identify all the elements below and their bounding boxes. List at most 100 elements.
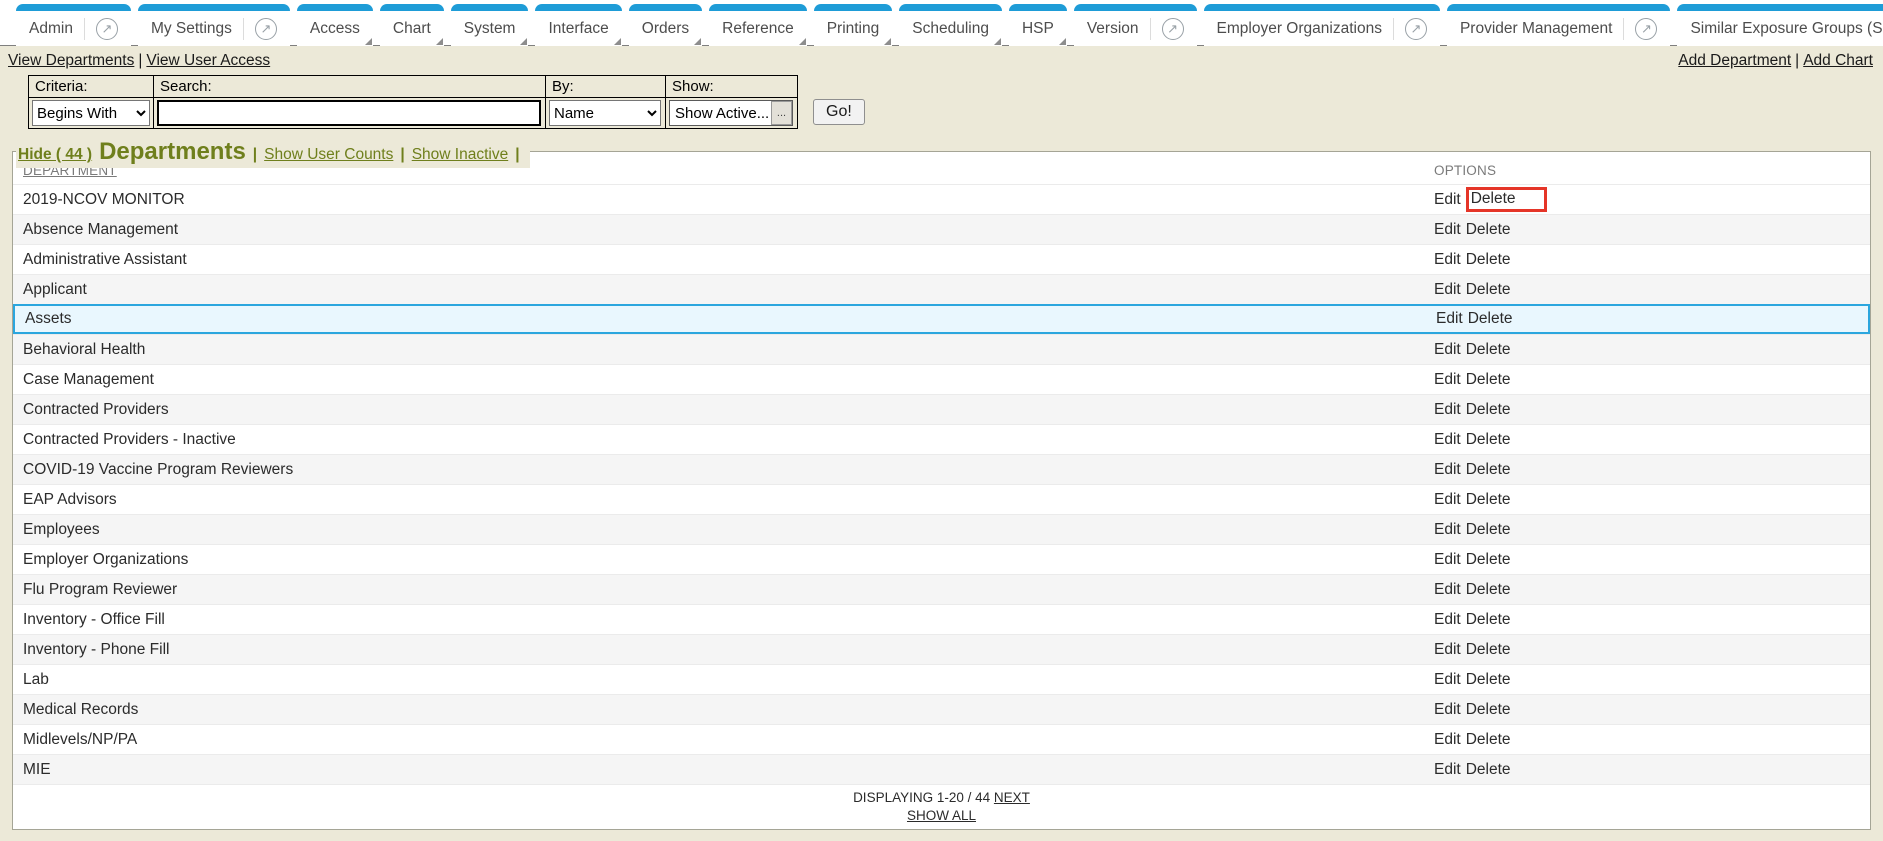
edit-link[interactable]: Edit — [1434, 521, 1461, 539]
tab[interactable]: Provider Management ↗ — [1446, 4, 1671, 46]
edit-link[interactable]: Edit — [1434, 191, 1461, 209]
legend-separator: | — [515, 146, 520, 163]
delete-link[interactable]: Delete — [1466, 461, 1511, 479]
hide-count-link[interactable]: Hide ( 44 ) — [18, 138, 92, 171]
tab[interactable]: Admin ↗ — [16, 4, 131, 46]
delete-link[interactable]: Delete — [1466, 611, 1511, 629]
department-name: EAP Advisors — [23, 490, 117, 508]
delete-link[interactable]: Delete — [1466, 551, 1511, 569]
delete-link[interactable]: Delete — [1466, 251, 1511, 269]
tab[interactable]: My Settings ↗ — [137, 4, 290, 46]
edit-link[interactable]: Edit — [1434, 431, 1461, 449]
department-row[interactable]: Medical Records Edit Delete — [13, 694, 1870, 724]
department-row[interactable]: Behavioral Health Edit Delete — [13, 334, 1870, 364]
tab[interactable]: HSP — [1008, 4, 1067, 46]
tab[interactable]: Scheduling — [899, 4, 1002, 46]
add-department-link[interactable]: Add Department — [1678, 52, 1791, 69]
edit-link[interactable]: Edit — [1434, 491, 1461, 509]
department-row[interactable]: Employer Organizations Edit Delete — [13, 544, 1870, 574]
tab[interactable]: Access — [296, 4, 373, 46]
department-row[interactable]: Case Management Edit Delete — [13, 364, 1870, 394]
edit-link[interactable]: Edit — [1434, 581, 1461, 599]
department-row[interactable]: Flu Program Reviewer Edit Delete — [13, 574, 1870, 604]
department-row[interactable]: Absence Management Edit Delete — [13, 214, 1870, 244]
ellipsis-button[interactable]: ... — [771, 101, 792, 125]
edit-link[interactable]: Edit — [1434, 551, 1461, 569]
tab[interactable]: System — [450, 4, 529, 46]
department-row[interactable]: Employees Edit Delete — [13, 514, 1870, 544]
tab[interactable]: Employer Organizations ↗ — [1203, 4, 1440, 46]
delete-link[interactable]: Delete — [1466, 761, 1511, 779]
tab[interactable]: Similar Exposure Groups (SEGs) ↗ — [1677, 4, 1883, 46]
department-row[interactable]: Assets Edit Delete — [13, 304, 1870, 334]
next-page-link[interactable]: NEXT — [994, 790, 1030, 805]
edit-link[interactable]: Edit — [1434, 221, 1461, 239]
tab[interactable]: Interface — [535, 4, 622, 46]
edit-link[interactable]: Edit — [1434, 401, 1461, 419]
department-row[interactable]: MIE Edit Delete — [13, 754, 1870, 784]
delete-link[interactable]: Delete — [1468, 310, 1513, 328]
department-row[interactable]: Midlevels/NP/PA Edit Delete — [13, 724, 1870, 754]
delete-link[interactable]: Delete — [1466, 641, 1511, 659]
tab[interactable]: Chart — [379, 4, 444, 46]
view-user-access-link[interactable]: View User Access — [146, 52, 270, 69]
delete-link[interactable]: Delete — [1466, 521, 1511, 539]
department-row[interactable]: COVID-19 Vaccine Program Reviewers Edit … — [13, 454, 1870, 484]
delete-link[interactable]: Delete — [1465, 187, 1547, 212]
open-new-window-icon[interactable]: ↗ — [1161, 17, 1184, 40]
edit-link[interactable]: Edit — [1434, 251, 1461, 269]
add-chart-link[interactable]: Add Chart — [1803, 52, 1873, 69]
edit-link[interactable]: Edit — [1434, 461, 1461, 479]
edit-link[interactable]: Edit — [1434, 761, 1461, 779]
go-button[interactable]: Go! — [813, 99, 865, 125]
by-label: By: — [545, 75, 666, 98]
department-row[interactable]: 2019-NCOV MONITOR Edit Delete — [13, 184, 1870, 214]
edit-link[interactable]: Edit — [1434, 341, 1461, 359]
edit-link[interactable]: Edit — [1434, 731, 1461, 749]
tab[interactable]: Reference — [709, 4, 807, 46]
tab-icon-wrap: ↗ — [1392, 17, 1427, 40]
edit-link[interactable]: Edit — [1434, 281, 1461, 299]
department-row[interactable]: Contracted Providers Edit Delete — [13, 394, 1870, 424]
criteria-select[interactable]: Begins With — [32, 100, 150, 126]
open-new-window-icon[interactable]: ↗ — [254, 17, 277, 40]
department-row[interactable]: Administrative Assistant Edit Delete — [13, 244, 1870, 274]
delete-link[interactable]: Delete — [1466, 341, 1511, 359]
delete-link[interactable]: Delete — [1466, 431, 1511, 449]
delete-link[interactable]: Delete — [1466, 491, 1511, 509]
edit-link[interactable]: Edit — [1436, 310, 1463, 328]
edit-link[interactable]: Edit — [1434, 371, 1461, 389]
open-new-window-icon[interactable]: ↗ — [1404, 17, 1427, 40]
tab[interactable]: Version ↗ — [1073, 4, 1197, 46]
show-active-picker[interactable]: Show Active... ... — [669, 100, 793, 126]
show-inactive-link[interactable]: Show Inactive — [412, 138, 509, 171]
by-select[interactable]: Name — [549, 100, 661, 126]
tab[interactable]: Printing — [813, 4, 893, 46]
delete-link[interactable]: Delete — [1466, 581, 1511, 599]
edit-link[interactable]: Edit — [1434, 701, 1461, 719]
department-row[interactable]: Inventory - Office Fill Edit Delete — [13, 604, 1870, 634]
delete-link[interactable]: Delete — [1466, 701, 1511, 719]
edit-link[interactable]: Edit — [1434, 611, 1461, 629]
edit-link[interactable]: Edit — [1434, 641, 1461, 659]
delete-link[interactable]: Delete — [1466, 371, 1511, 389]
delete-link[interactable]: Delete — [1466, 221, 1511, 239]
search-input[interactable] — [157, 100, 541, 126]
show-user-counts-link[interactable]: Show User Counts — [264, 138, 393, 171]
delete-link[interactable]: Delete — [1466, 671, 1511, 689]
department-row[interactable]: EAP Advisors Edit Delete — [13, 484, 1870, 514]
department-row[interactable]: Lab Edit Delete — [13, 664, 1870, 694]
delete-link[interactable]: Delete — [1466, 731, 1511, 749]
department-row[interactable]: Contracted Providers - Inactive Edit Del… — [13, 424, 1870, 454]
edit-link[interactable]: Edit — [1434, 671, 1461, 689]
show-all-link[interactable]: SHOW ALL — [907, 808, 976, 823]
view-departments-link[interactable]: View Departments — [8, 52, 134, 69]
department-row[interactable]: Applicant Edit Delete — [13, 274, 1870, 304]
department-row[interactable]: Inventory - Phone Fill Edit Delete — [13, 634, 1870, 664]
open-new-window-icon[interactable]: ↗ — [1635, 17, 1658, 40]
open-new-window-icon[interactable]: ↗ — [95, 17, 118, 40]
tab-label: Orders — [641, 19, 690, 37]
tab[interactable]: Orders — [628, 4, 703, 46]
delete-link[interactable]: Delete — [1466, 281, 1511, 299]
delete-link[interactable]: Delete — [1466, 401, 1511, 419]
